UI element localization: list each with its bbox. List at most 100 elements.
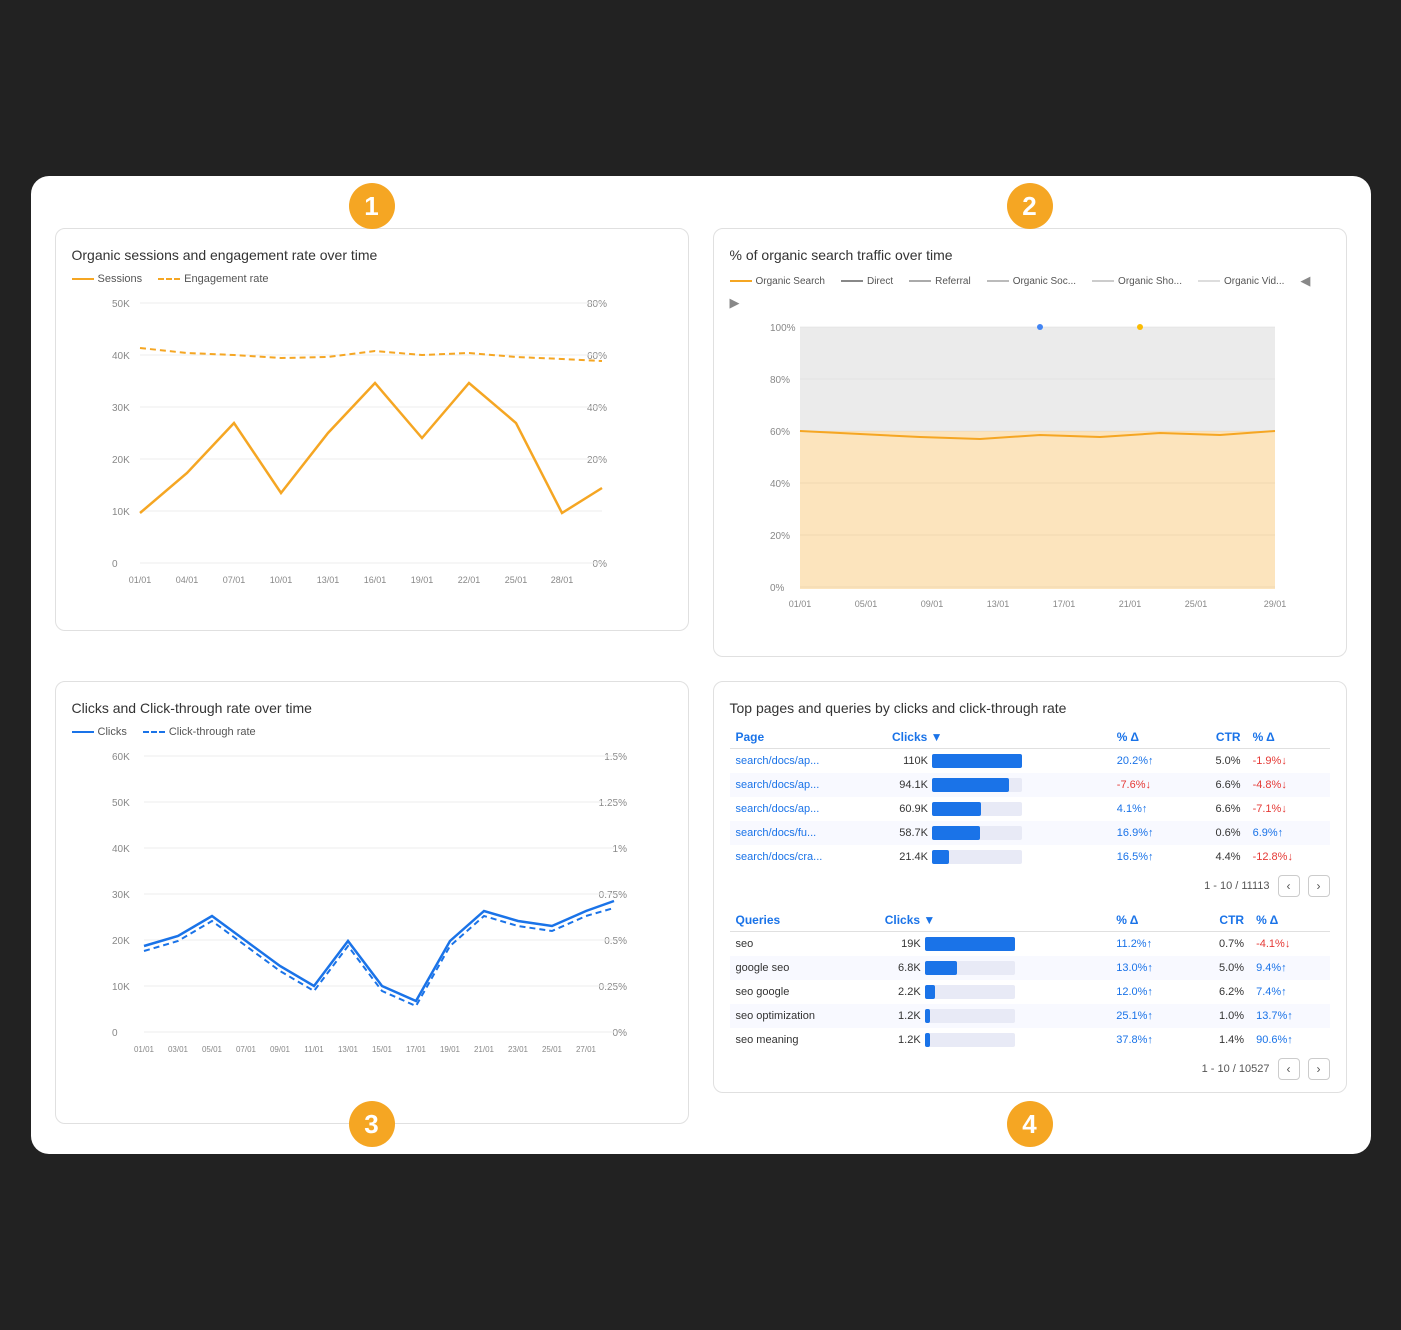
svg-text:07/01: 07/01	[222, 575, 245, 585]
svg-text:1%: 1%	[612, 844, 627, 855]
panel3-title: Clicks and Click-through rate over time	[72, 700, 672, 716]
svg-text:0%: 0%	[592, 559, 607, 570]
legend-engagement: Engagement rate	[158, 273, 268, 285]
svg-text:09/01: 09/01	[269, 1045, 290, 1054]
svg-text:01/01: 01/01	[788, 599, 811, 609]
badge-1: 1	[349, 183, 395, 229]
legend-clicks-label: Clicks	[98, 726, 127, 738]
svg-text:25/01: 25/01	[541, 1045, 562, 1054]
queries-prev-btn[interactable]: ‹	[1278, 1058, 1300, 1080]
pct-delta2-cell: -7.1%↓	[1247, 797, 1330, 821]
pages-next-btn[interactable]: ›	[1308, 875, 1330, 897]
q-clicks-cell: 6.8K	[879, 956, 1111, 980]
legend-organic-soc-label: Organic Soc...	[1013, 276, 1076, 287]
clicks-cell: 60.9K	[886, 797, 1111, 821]
svg-text:28/01: 28/01	[550, 575, 573, 585]
legend-direct-label: Direct	[867, 276, 893, 287]
ctr-cell: 6.6%	[1188, 773, 1247, 797]
svg-text:13/01: 13/01	[986, 599, 1009, 609]
ctr-cell: 0.6%	[1188, 821, 1247, 845]
badge-4: 4	[1007, 1101, 1053, 1147]
next-legend-icon[interactable]: ▶	[730, 295, 740, 311]
svg-text:0%: 0%	[612, 1028, 627, 1039]
col-clicks[interactable]: Clicks ▼	[886, 726, 1111, 749]
queries-table: Queries Clicks ▼ % Δ CTR % Δ seo 19K 11.…	[730, 909, 1330, 1052]
sessions-line-icon	[72, 278, 94, 280]
svg-text:0.5%: 0.5%	[604, 936, 627, 947]
svg-text:05/01: 05/01	[201, 1045, 222, 1054]
panel2: % of organic search traffic over time Or…	[713, 228, 1347, 657]
legend-direct: Direct	[841, 273, 893, 289]
svg-text:22/01: 22/01	[457, 575, 480, 585]
queries-table-row: seo 19K 11.2%↑ 0.7% -4.1%↓	[730, 932, 1330, 957]
svg-text:01/01: 01/01	[133, 1045, 154, 1054]
badge-3: 3	[349, 1101, 395, 1147]
q-clicks-cell: 1.2K	[879, 1028, 1111, 1052]
svg-text:05/01: 05/01	[854, 599, 877, 609]
panel4-title: Top pages and queries by clicks and clic…	[730, 700, 1330, 716]
q-clicks-cell: 19K	[879, 932, 1111, 957]
engagement-line-icon	[158, 278, 180, 280]
pct-delta1-cell: 16.9%↑	[1111, 821, 1188, 845]
panel1: Organic sessions and engagement rate ove…	[55, 228, 689, 631]
query-cell: seo google	[730, 980, 879, 1004]
svg-text:04/01: 04/01	[175, 575, 198, 585]
prev-legend-icon[interactable]: ◀	[1300, 273, 1310, 289]
panel3-svg: 60K 50K 40K 30K 20K 10K 0 1.5% 1.25% 1% …	[72, 746, 672, 1106]
clicks-cell: 21.4K	[886, 845, 1111, 869]
svg-text:40%: 40%	[770, 479, 790, 490]
legend-organic-soc: Organic Soc...	[987, 273, 1076, 289]
svg-text:29/01: 29/01	[1263, 599, 1286, 609]
svg-text:0.25%: 0.25%	[598, 982, 626, 993]
panel3-wrapper: Clicks and Click-through rate over time …	[55, 681, 689, 1124]
main-grid: 1 Organic sessions and engagement rate o…	[55, 206, 1347, 1124]
ctr-cell: 6.6%	[1188, 797, 1247, 821]
svg-text:27/01: 27/01	[575, 1045, 596, 1054]
panel2-wrapper: 2 % of organic search traffic over time …	[713, 206, 1347, 657]
queries-pagination-text: 1 - 10 / 10527	[1202, 1063, 1270, 1075]
pct-delta2-cell: 6.9%↑	[1247, 821, 1330, 845]
legend-organic-sho-label: Organic Sho...	[1118, 276, 1182, 287]
panel3-legend: Clicks Click-through rate	[72, 726, 672, 738]
svg-text:0%: 0%	[770, 583, 785, 594]
pages-pagination: 1 - 10 / 11113 ‹ ›	[730, 875, 1330, 897]
query-cell: google seo	[730, 956, 879, 980]
clicks-icon	[72, 731, 94, 733]
svg-text:0.75%: 0.75%	[598, 890, 626, 901]
svg-text:17/01: 17/01	[405, 1045, 426, 1054]
col-q-clicks[interactable]: Clicks ▼	[879, 909, 1111, 932]
svg-text:1.5%: 1.5%	[604, 752, 627, 763]
page-cell: search/docs/ap...	[730, 773, 886, 797]
svg-text:03/01: 03/01	[167, 1045, 188, 1054]
q-clicks-cell: 1.2K	[879, 1004, 1111, 1028]
svg-text:40K: 40K	[112, 844, 130, 855]
svg-text:1.25%: 1.25%	[598, 798, 626, 809]
svg-text:16/01: 16/01	[363, 575, 386, 585]
svg-text:19/01: 19/01	[439, 1045, 460, 1054]
panel1-title: Organic sessions and engagement rate ove…	[72, 247, 672, 263]
panel1-wrapper: 1 Organic sessions and engagement rate o…	[55, 206, 689, 657]
page-cell: search/docs/cra...	[730, 845, 886, 869]
dashboard: 1 Organic sessions and engagement rate o…	[31, 176, 1371, 1154]
queries-next-btn[interactable]: ›	[1308, 1058, 1330, 1080]
clicks-cell: 94.1K	[886, 773, 1111, 797]
col-page[interactable]: Page	[730, 726, 886, 749]
legend-ctr: Click-through rate	[143, 726, 256, 738]
pages-table-row: search/docs/cra... 21.4K 16.5%↑ 4.4% -12…	[730, 845, 1330, 869]
pages-prev-btn[interactable]: ‹	[1278, 875, 1300, 897]
q-pct-delta1-cell: 11.2%↑	[1110, 932, 1189, 957]
legend-engagement-label: Engagement rate	[184, 273, 268, 285]
q-ctr-cell: 1.0%	[1190, 1004, 1250, 1028]
queries-table-row: seo optimization 1.2K 25.1%↑ 1.0% 13.7%↑	[730, 1004, 1330, 1028]
q-pct-delta2-cell: 13.7%↑	[1250, 1004, 1329, 1028]
svg-text:13/01: 13/01	[316, 575, 339, 585]
col-query[interactable]: Queries	[730, 909, 879, 932]
svg-text:10K: 10K	[112, 982, 130, 993]
panel3: Clicks and Click-through rate over time …	[55, 681, 689, 1124]
panel3-chart: 60K 50K 40K 30K 20K 10K 0 1.5% 1.25% 1% …	[72, 746, 672, 1111]
svg-text:07/01: 07/01	[235, 1045, 256, 1054]
legend-organic-vid: Organic Vid...	[1198, 273, 1284, 289]
pct-delta2-cell: -4.8%↓	[1247, 773, 1330, 797]
organic-vid-icon	[1198, 280, 1220, 282]
page-cell: search/docs/fu...	[730, 821, 886, 845]
